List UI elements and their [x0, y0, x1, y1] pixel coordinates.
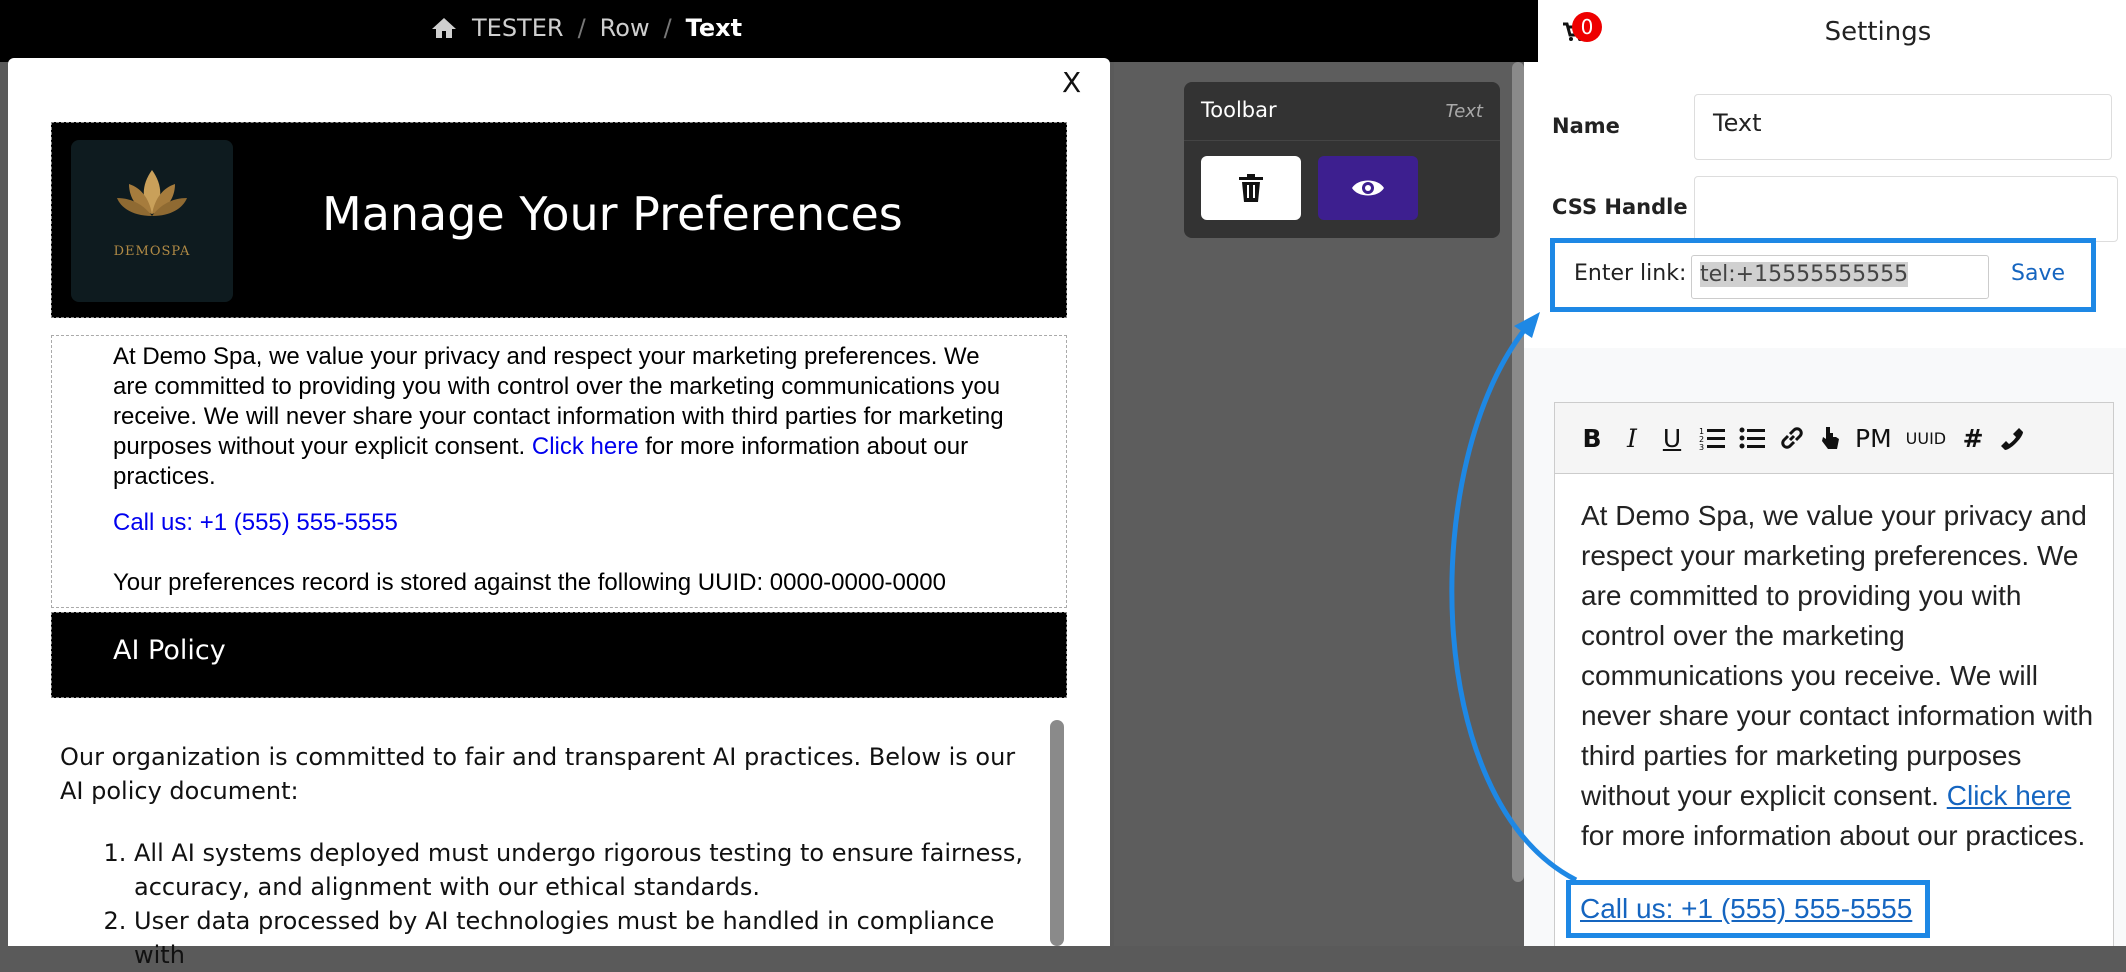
close-button[interactable]: X [1062, 66, 1081, 99]
breadcrumb: TESTER / Row / Text [430, 14, 742, 42]
editor-call-link[interactable]: Call us: +1 (555) 555-5555 [1580, 893, 1912, 925]
element-toolbar: Toolbar Text [1184, 82, 1500, 238]
uuid-button[interactable]: UUID [1906, 429, 1946, 448]
toolbar-divider [1184, 140, 1500, 141]
trash-icon [1239, 174, 1263, 202]
ai-policy-list: All AI systems deployed must undergo rig… [60, 836, 1040, 972]
breadcrumb-separator: / [663, 14, 672, 42]
breadcrumb-item-current: Text [685, 14, 743, 42]
ai-policy-header[interactable]: AI Policy [51, 612, 1067, 698]
list-item: All AI systems deployed must undergo rig… [134, 836, 1040, 904]
modal-scrollbar[interactable] [1050, 720, 1064, 946]
breadcrumb-item-tester[interactable]: TESTER [472, 14, 564, 42]
delete-button[interactable] [1201, 156, 1301, 220]
ai-policy-content: Our organization is committed to fair an… [60, 740, 1040, 972]
intro-paragraph: At Demo Spa, we value your privacy and r… [113, 342, 1013, 492]
name-label: Name [1552, 114, 1620, 138]
uuid-text: Your preferences record is stored agains… [113, 569, 946, 596]
list-item: User data processed by AI technologies m… [134, 904, 1040, 972]
css-handle-label: CSS Handle [1552, 195, 1688, 219]
ai-policy-intro: Our organization is committed to fair an… [60, 743, 1016, 805]
logo-text: DEMOSPA [113, 244, 191, 259]
settings-title: Settings [1630, 0, 2126, 62]
text-block[interactable]: At Demo Spa, we value your privacy and r… [51, 335, 1067, 608]
ordered-list-icon[interactable]: 123 [1699, 426, 1725, 450]
svg-text:3: 3 [1699, 443, 1704, 450]
preview-button[interactable] [1318, 156, 1418, 220]
editor-paragraph: At Demo Spa, we value your privacy and r… [1581, 496, 2101, 856]
bold-button[interactable]: B [1579, 424, 1605, 453]
top-bar: TESTER / Row / Text [0, 0, 1538, 62]
canvas-scrollbar[interactable] [1512, 62, 1524, 882]
link-icon[interactable] [1779, 425, 1805, 451]
hash-button[interactable]: # [1960, 424, 1986, 453]
name-field[interactable]: Text [1694, 94, 2112, 160]
ai-policy-title: AI Policy [113, 635, 226, 666]
link-label: Enter link: [1574, 261, 1687, 286]
editor-tail-text: for more information about our practices… [1581, 820, 2086, 851]
pm-button[interactable]: PM [1855, 424, 1892, 453]
pointer-icon[interactable] [1819, 425, 1841, 451]
home-icon[interactable] [430, 16, 458, 40]
lotus-icon [117, 170, 187, 216]
css-handle-field[interactable] [1694, 176, 2118, 242]
eye-icon [1352, 180, 1384, 196]
cart-count-badge: 0 [1572, 12, 1602, 42]
toolbar-type-badge: Text [1445, 101, 1483, 122]
phone-icon[interactable] [2000, 426, 2024, 450]
link-input-value: tel:+15555555555 [1700, 262, 1909, 287]
click-here-link[interactable]: Click here [532, 433, 639, 460]
call-us-link[interactable]: Call us: +1 (555) 555-5555 [113, 508, 1013, 538]
spa-logo: DEMOSPA [71, 140, 233, 302]
editor-click-here-link[interactable]: Click here [1947, 780, 2071, 811]
breadcrumb-item-row[interactable]: Row [600, 14, 650, 42]
underline-button[interactable]: U [1659, 424, 1685, 453]
link-input[interactable]: tel:+15555555555 [1691, 255, 1989, 299]
breadcrumb-separator: / [577, 14, 586, 42]
page-title: Manage Your Preferences [322, 187, 903, 241]
italic-button[interactable]: I [1619, 424, 1645, 453]
bullet-list-icon[interactable] [1739, 426, 1765, 450]
editor-intro-text: At Demo Spa, we value your privacy and r… [1581, 500, 2094, 811]
preferences-header[interactable]: DEMOSPA Manage Your Preferences [51, 122, 1067, 318]
editor-call-link-highlight: Call us: +1 (555) 555-5555 [1566, 880, 1930, 938]
rich-text-editor[interactable]: At Demo Spa, we value your privacy and r… [1554, 474, 2114, 946]
toolbar-title: Toolbar [1201, 98, 1277, 122]
link-editor: Enter link: tel:+15555555555 Save [1550, 238, 2096, 312]
cart-button[interactable]: 0 [1538, 0, 1630, 62]
rich-text-toolbar: B I U 123 PM UUID # [1554, 402, 2114, 474]
save-link-button[interactable]: Save [2011, 261, 2065, 286]
